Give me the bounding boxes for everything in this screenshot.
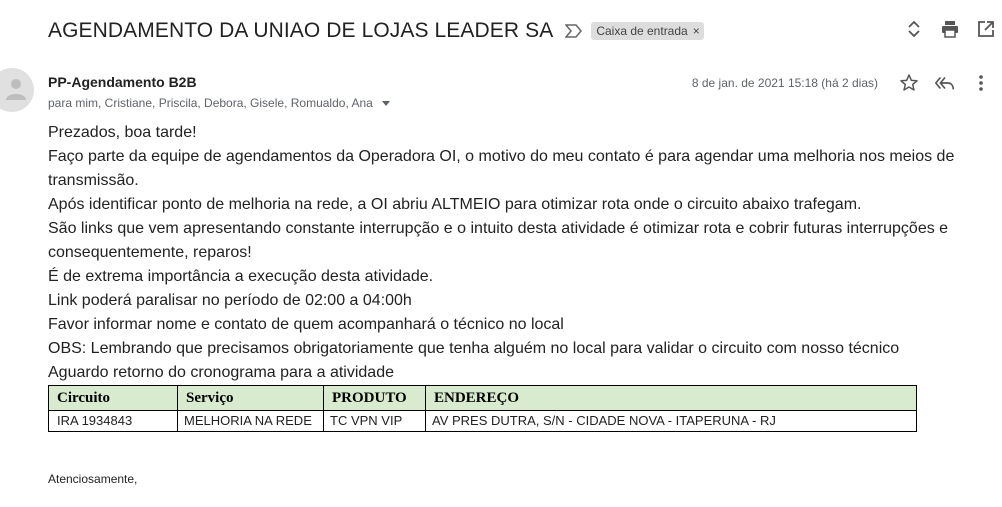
cell-endereco: AV PRES DUTRA, S/N - CIDADE NOVA - ITAPE… (425, 410, 917, 432)
expand-collapse-icon[interactable] (904, 19, 924, 39)
open-in-new-window-icon[interactable] (976, 19, 996, 39)
star-icon[interactable] (898, 72, 920, 94)
inbox-label-text: Caixa de entrada (596, 24, 688, 38)
top-actions (904, 19, 996, 39)
body-line: Link poderá paralisar no período de 02:0… (48, 292, 412, 309)
show-details-caret-icon[interactable] (381, 100, 390, 106)
sender-avatar (0, 68, 34, 112)
cell-produto: TC VPN VIP (323, 410, 426, 432)
email-date: 8 de jan. de 2021 15:18 (há 2 dias) (691, 76, 878, 90)
importance-marker-icon[interactable] (564, 24, 583, 38)
header-produto: PRODUTO (323, 385, 426, 411)
body-line: Prezados, boa tarde! (48, 124, 197, 141)
message-actions (898, 72, 992, 94)
remove-label-button[interactable]: × (693, 24, 700, 38)
body-line: É de extrema importância a execução dest… (48, 268, 434, 285)
circuit-table: Circuito Serviço PRODUTO ENDEREÇO IRA 19… (48, 385, 917, 432)
print-icon[interactable] (940, 19, 960, 39)
table-row: IRA 1934843 MELHORIA NA REDE TC VPN VIP … (48, 410, 917, 432)
email-body: Prezados, boa tarde! Faço parte da equip… (48, 121, 988, 385)
body-line: OBS: Lembrando que precisamos obrigatori… (48, 340, 900, 357)
body-line: Faço parte da equipe de agendamentos da … (48, 148, 955, 189)
body-line: Aguardo retorno do cronograma para a ati… (48, 364, 394, 381)
header-servico: Serviço (177, 385, 324, 411)
subject-row: AGENDAMENTO DA UNIAO DE LOJAS LEADER SA … (48, 14, 704, 48)
recipients-line: para mim, Cristiane, Priscila, Debora, G… (48, 96, 390, 110)
signature: Atenciosamente, (48, 472, 138, 486)
inbox-label-chip[interactable]: Caixa de entrada × (591, 22, 704, 40)
cell-servico: MELHORIA NA REDE (177, 410, 324, 432)
body-line: Favor informar nome e contato de quem ac… (48, 316, 564, 333)
table-header-row: Circuito Serviço PRODUTO ENDEREÇO (48, 385, 917, 411)
body-line: São links que vem apresentando constante… (48, 220, 949, 261)
body-line: Após identificar ponto de melhoria na re… (48, 196, 862, 213)
recipients-text: para mim, Cristiane, Priscila, Debora, G… (48, 96, 373, 110)
more-vert-icon[interactable] (970, 72, 992, 94)
cell-circuito: IRA 1934843 (48, 410, 178, 432)
reply-all-icon[interactable] (934, 72, 956, 94)
email-subject: AGENDAMENTO DA UNIAO DE LOJAS LEADER SA (48, 19, 554, 42)
header-circuito: Circuito (48, 385, 178, 411)
header-endereco: ENDEREÇO (425, 385, 917, 411)
person-icon (0, 74, 26, 107)
sender-name[interactable]: PP-Agendamento B2B (48, 74, 197, 90)
